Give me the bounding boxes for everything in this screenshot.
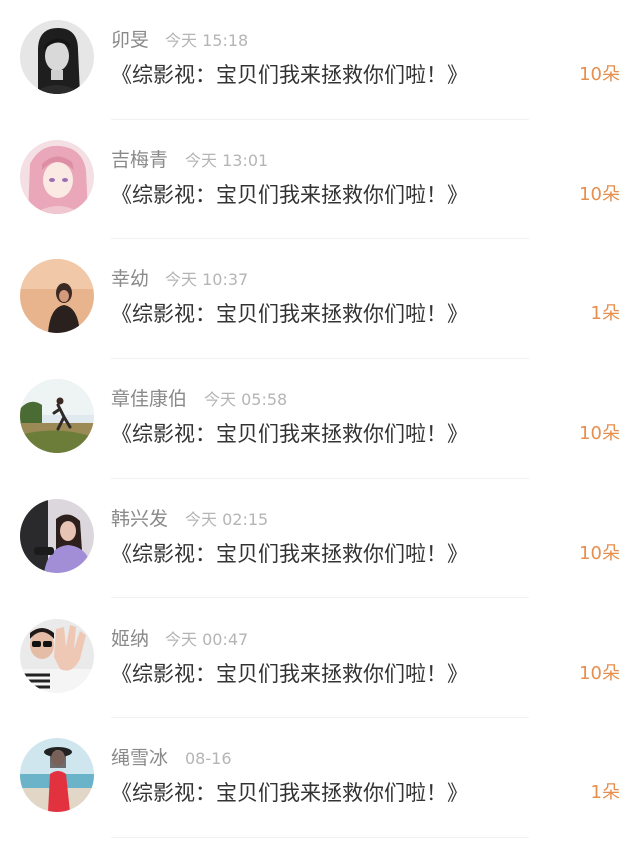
list-item[interactable]: 韩兴发 今天 02:15 《综影视：宝贝们我来拯救你们啦！》 10朵	[0, 479, 640, 599]
flower-count: 10朵	[579, 64, 620, 85]
timestamp: 今天 05:58	[204, 390, 288, 410]
sender-name: 章佳康伯	[111, 388, 188, 411]
sender-name: 姬纳	[111, 627, 150, 650]
timestamp: 今天 13:01	[185, 150, 269, 170]
list-item[interactable]: 姬纳 今天 00:47 《综影视：宝贝们我来拯救你们啦！》 10朵	[0, 599, 640, 719]
list-item[interactable]: 章佳康伯 今天 05:58 《综影视：宝贝们我来拯救你们啦！》 10朵	[0, 359, 640, 479]
flower-count: 1朵	[590, 303, 620, 325]
timestamp: 今天 00:47	[165, 629, 249, 649]
avatar[interactable]	[20, 618, 94, 693]
sender-name: 幸幼	[111, 268, 150, 291]
avatar-runner-outdoors-icon	[20, 379, 94, 454]
sender-name: 吉梅青	[111, 148, 169, 171]
sender-name: 绳雪冰	[111, 747, 169, 770]
book-title[interactable]: 《综影视：宝贝们我来拯救你们啦！》	[111, 419, 468, 449]
timestamp: 今天 10:37	[165, 270, 249, 290]
flower-count: 10朵	[579, 423, 620, 445]
list-item[interactable]: 绳雪冰 08-16 《综影视：宝贝们我来拯救你们啦！》 1朵	[0, 718, 640, 838]
book-title[interactable]: 《综影视：宝贝们我来拯救你们啦！》	[111, 659, 468, 689]
flower-count: 10朵	[579, 183, 620, 205]
avatar-grayscale-portrait-icon	[20, 20, 94, 94]
book-title[interactable]: 《综影视：宝贝们我来拯救你们啦！》	[111, 778, 468, 808]
timestamp: 今天 02:15	[185, 509, 269, 529]
sender-name: 韩兴发	[111, 507, 169, 530]
list-item[interactable]: 幸幼 今天 10:37 《综影视：宝贝们我来拯救你们啦！》 1朵	[0, 239, 640, 360]
book-title[interactable]: 《综影视：宝贝们我来拯救你们啦！》	[111, 180, 468, 210]
gift-record-list: 卯旻 今天 15:18 《综影视：宝贝们我来拯救你们啦！》 10朵 吉梅青 今天…	[0, 0, 640, 848]
avatar-girl-purple-shirt-icon	[20, 498, 94, 573]
avatar-girl-red-dress-beach-icon	[20, 738, 94, 813]
list-item[interactable]: 卯旻 今天 15:18 《综影视：宝贝们我来拯救你们啦！》 10朵	[0, 0, 640, 120]
timestamp: 08-16	[185, 749, 232, 769]
flower-count: 10朵	[579, 662, 620, 684]
timestamp: 今天 15:18	[165, 31, 249, 50]
book-title[interactable]: 《综影视：宝贝们我来拯救你们啦！》	[111, 60, 468, 90]
avatar[interactable]	[20, 259, 94, 334]
avatar[interactable]	[20, 498, 94, 573]
divider	[111, 836, 529, 838]
avatar-sunglasses-hand-icon	[20, 618, 94, 693]
list-item[interactable]: 吉梅青 今天 13:01 《综影视：宝贝们我来拯救你们啦！》 10朵	[0, 120, 640, 240]
book-title[interactable]: 《综影视：宝贝们我来拯救你们啦！》	[111, 539, 468, 569]
sender-name: 卯旻	[111, 29, 150, 51]
avatar[interactable]	[20, 20, 94, 94]
avatar-person-warm-background-icon	[20, 259, 94, 334]
avatar[interactable]	[20, 738, 94, 813]
avatar[interactable]	[20, 139, 94, 214]
avatar-anime-pink-hair-icon	[20, 139, 94, 214]
flower-count: 10朵	[579, 542, 620, 564]
flower-count: 1朵	[590, 782, 620, 804]
avatar[interactable]	[20, 379, 94, 454]
book-title[interactable]: 《综影视：宝贝们我来拯救你们啦！》	[111, 299, 468, 329]
